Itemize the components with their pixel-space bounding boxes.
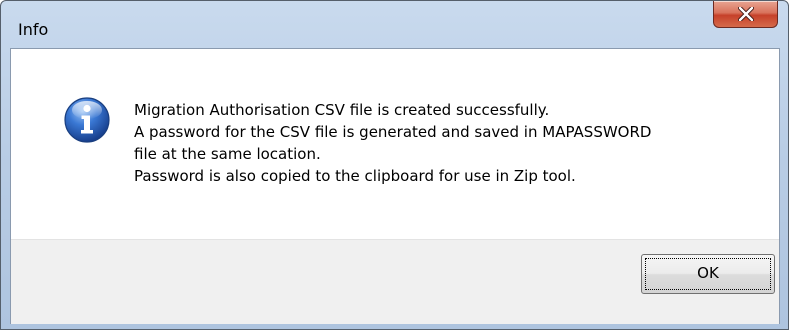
ok-button-label: OK [697,264,719,282]
title-bar[interactable]: Info [1,1,788,47]
window-title: Info [18,20,49,39]
info-dialog: Info Migration Authorisation CSV file is… [0,0,789,330]
message-line: Password is also copied to the clipboard… [134,167,576,185]
message-line: A password for the CSV file is generated… [134,123,652,141]
message-text: Migration Authorisation CSV file is crea… [134,99,651,187]
message-line: Migration Authorisation CSV file is crea… [134,101,550,119]
ok-button[interactable]: OK [641,254,775,294]
dialog-content: Migration Authorisation CSV file is crea… [10,48,780,324]
close-icon [738,7,754,21]
info-icon [64,97,110,143]
close-button[interactable] [713,1,778,28]
message-line: file at the same location. [134,145,321,163]
message-area: Migration Authorisation CSV file is crea… [11,49,779,239]
